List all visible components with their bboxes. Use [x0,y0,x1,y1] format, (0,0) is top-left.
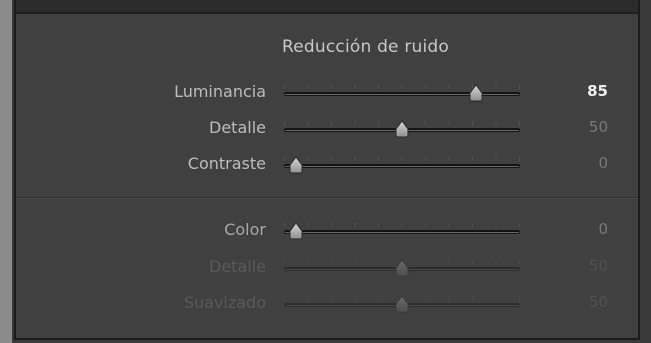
slider-ticks [284,85,520,89]
slider-thumb-detalle[interactable] [394,120,410,138]
slider-track[interactable] [284,230,520,234]
slider-value-color-detalle: 50 [588,257,608,275]
left-scrollbar[interactable] [0,0,12,343]
panel-top-strip [16,0,638,14]
slider-track[interactable] [284,164,520,168]
slider-value-contraste[interactable]: 0 [598,154,608,172]
slider-row-luminancia: Luminancia 85 [16,81,638,105]
slider-thumb-contraste[interactable] [288,156,304,174]
slider-color[interactable] [284,219,520,243]
slider-row-color: Color 0 [16,219,638,243]
slider-label-color-detalle: Detalle [209,257,266,276]
slider-track[interactable] [284,92,520,96]
slider-ticks [284,157,520,161]
slider-label-detalle: Detalle [209,118,266,137]
slider-color-detalle [284,256,520,280]
slider-label-luminancia: Luminancia [174,82,266,101]
slider-thumb-color-detalle [394,259,410,277]
section-title: Reducción de ruido [282,37,450,57]
slider-label-contraste: Contraste [187,154,266,173]
slider-value-color[interactable]: 0 [598,220,608,238]
slider-luminancia[interactable] [284,81,520,105]
app-frame: Reducción de ruido Luminancia 85 Detalle… [0,0,651,343]
slider-suavizado [284,292,520,316]
slider-value-luminancia[interactable]: 85 [587,82,608,100]
slider-row-color-detalle: Detalle 50 [16,256,638,280]
slider-value-detalle[interactable]: 50 [589,118,608,136]
noise-reduction-panel: Reducción de ruido Luminancia 85 Detalle… [14,0,640,340]
slider-label-color: Color [224,220,266,239]
slider-value-suavizado: 50 [588,293,608,311]
section-divider [16,197,638,199]
slider-row-detalle: Detalle 50 [16,117,638,141]
slider-thumb-suavizado [394,295,410,313]
slider-ticks [284,223,520,227]
slider-detalle[interactable] [284,117,520,141]
slider-thumb-color[interactable] [288,222,304,240]
slider-thumb-luminancia[interactable] [468,84,484,102]
slider-label-suavizado: Suavizado [183,293,266,312]
slider-row-suavizado: Suavizado 50 [16,292,638,316]
slider-contraste[interactable] [284,153,520,177]
slider-row-contraste: Contraste 0 [16,153,638,177]
